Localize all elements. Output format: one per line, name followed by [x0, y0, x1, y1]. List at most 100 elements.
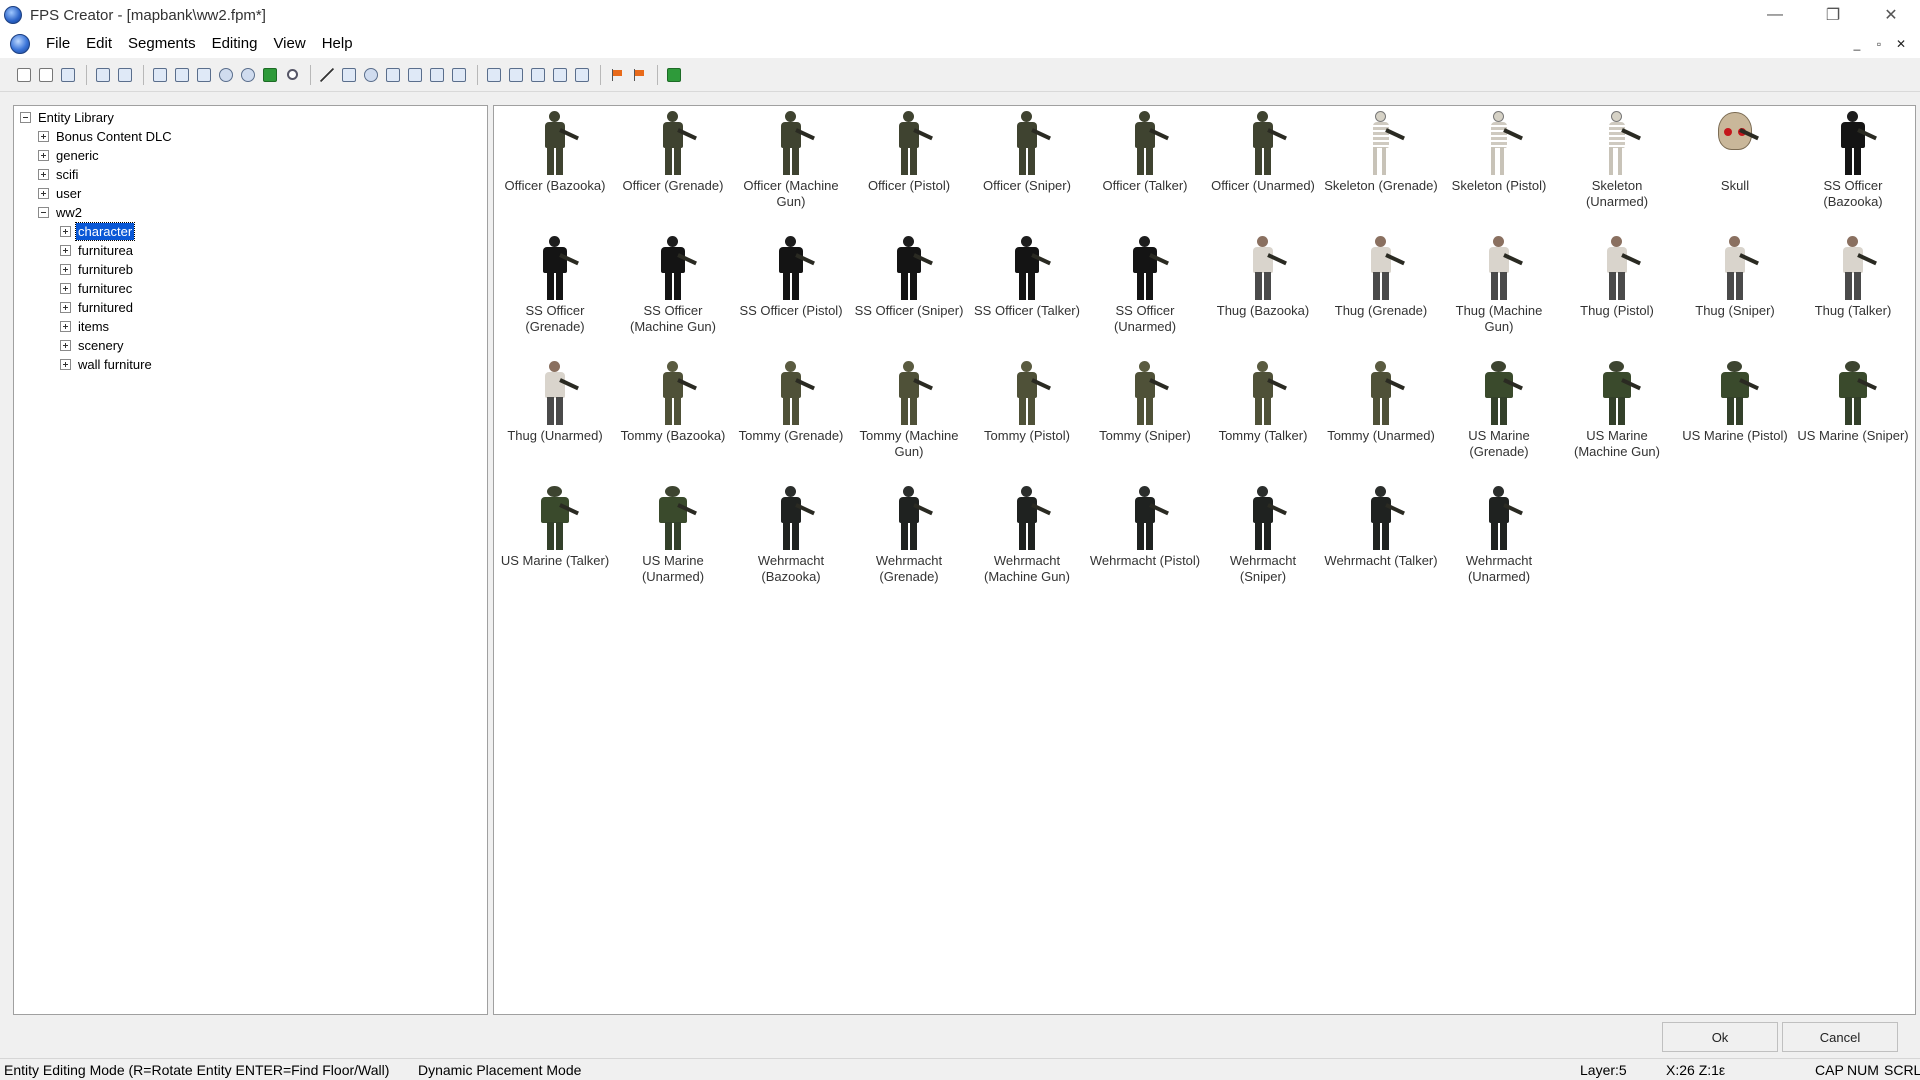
tree-item-wall-furniture[interactable]: wall furniture	[60, 355, 154, 373]
segment-button[interactable]	[194, 65, 214, 85]
entity-item[interactable]: US Marine (Grenade)	[1440, 358, 1558, 483]
entity-item[interactable]: Officer (Pistol)	[850, 108, 968, 233]
rotate-button[interactable]	[449, 65, 469, 85]
entity-item[interactable]: SS Officer (Machine Gun)	[614, 233, 732, 358]
grab-button[interactable]	[427, 65, 447, 85]
entity-item[interactable]: Skeleton (Grenade)	[1322, 108, 1440, 233]
draw-line-button[interactable]	[317, 65, 337, 85]
entity-item[interactable]: Wehrmacht (Pistol)	[1086, 483, 1204, 608]
tree-item-bonus-content-dlc[interactable]: Bonus Content DLC	[38, 127, 174, 145]
entity-item[interactable]: Tommy (Pistol)	[968, 358, 1086, 483]
entity-item[interactable]: SS Officer (Bazooka)	[1794, 108, 1912, 233]
entity-item[interactable]: US Marine (Machine Gun)	[1558, 358, 1676, 483]
tree-root[interactable]: Entity Library	[20, 108, 116, 126]
entity-item[interactable]: Wehrmacht (Grenade)	[850, 483, 968, 608]
tree-item-ww2[interactable]: ww2	[38, 203, 84, 221]
expand-icon[interactable]	[38, 168, 49, 180]
entity-item[interactable]: SS Officer (Pistol)	[732, 233, 850, 358]
entity-item[interactable]: SS Officer (Unarmed)	[1086, 233, 1204, 358]
minimize-button[interactable]: —	[1746, 0, 1804, 30]
save-button[interactable]	[58, 65, 78, 85]
entity-item[interactable]: Officer (Machine Gun)	[732, 108, 850, 233]
select-button[interactable]	[572, 65, 592, 85]
expand-icon[interactable]	[60, 320, 71, 332]
expand-icon[interactable]	[60, 358, 71, 370]
entity-item[interactable]: Thug (Pistol)	[1558, 233, 1676, 358]
expand-icon[interactable]	[60, 263, 71, 275]
layer-button[interactable]	[172, 65, 192, 85]
restore-button[interactable]: ❐	[1804, 0, 1862, 30]
open-button[interactable]	[36, 65, 56, 85]
tree-item-furniturea[interactable]: furniturea	[60, 241, 135, 259]
entity-item[interactable]: SS Officer (Grenade)	[496, 233, 614, 358]
entity-item[interactable]: Thug (Bazooka)	[1204, 233, 1322, 358]
paste-button[interactable]	[506, 65, 526, 85]
entity-item[interactable]: Officer (Bazooka)	[496, 108, 614, 233]
menu-view[interactable]: View	[265, 30, 313, 58]
entity-library-tree[interactable]: Entity Library Bonus Content DLC generic s…	[13, 105, 488, 1015]
wand-button[interactable]	[550, 65, 570, 85]
entity-thumbnail-panel[interactable]: Officer (Bazooka) Officer (Grenade) Office…	[493, 105, 1916, 1015]
zoom-button[interactable]	[282, 65, 302, 85]
entity-item[interactable]: Tommy (Grenade)	[732, 358, 850, 483]
entity-item[interactable]: US Marine (Unarmed)	[614, 483, 732, 608]
expand-icon[interactable]	[38, 187, 49, 199]
entity-item[interactable]: Officer (Talker)	[1086, 108, 1204, 233]
mdi-restore-button[interactable]: ▫	[1868, 37, 1890, 51]
draw-circle-button[interactable]	[361, 65, 381, 85]
tree-item-furnitureb[interactable]: furnitureb	[60, 260, 135, 278]
entity-item[interactable]: US Marine (Talker)	[496, 483, 614, 608]
menu-edit[interactable]: Edit	[78, 30, 120, 58]
tree-item-character[interactable]: character	[60, 221, 136, 241]
cancel-button[interactable]: Cancel	[1782, 1022, 1898, 1052]
tree-item-user[interactable]: user	[38, 184, 83, 202]
expand-icon[interactable]	[38, 149, 49, 161]
expand-icon[interactable]	[38, 130, 49, 142]
entity-item[interactable]: Officer (Unarmed)	[1204, 108, 1322, 233]
entity-item[interactable]: Skull	[1676, 108, 1794, 233]
entity-item[interactable]: Tommy (Unarmed)	[1322, 358, 1440, 483]
entity-item[interactable]: Tommy (Talker)	[1204, 358, 1322, 483]
tree-item-scifi[interactable]: scifi	[38, 165, 80, 183]
tree-item-scenery[interactable]: scenery	[60, 336, 126, 354]
entity-button[interactable]	[216, 65, 236, 85]
entity-item[interactable]: Thug (Talker)	[1794, 233, 1912, 358]
erase-button[interactable]	[528, 65, 548, 85]
entity-item[interactable]: US Marine (Sniper)	[1794, 358, 1912, 483]
entity-item[interactable]: Thug (Machine Gun)	[1440, 233, 1558, 358]
entity-item[interactable]: Wehrmacht (Unarmed)	[1440, 483, 1558, 608]
expand-icon[interactable]	[60, 301, 71, 313]
menu-help[interactable]: Help	[314, 30, 361, 58]
mdi-minimize-button[interactable]: _	[1846, 37, 1868, 51]
entity-item[interactable]: Officer (Grenade)	[614, 108, 732, 233]
entity-item[interactable]: Tommy (Machine Gun)	[850, 358, 968, 483]
entity-item[interactable]: Tommy (Sniper)	[1086, 358, 1204, 483]
entity-item[interactable]: Skeleton (Unarmed)	[1558, 108, 1676, 233]
tree-item-furniturec[interactable]: furniturec	[60, 279, 134, 297]
expand-icon[interactable]	[60, 225, 71, 237]
menu-segments[interactable]: Segments	[120, 30, 204, 58]
picture-button[interactable]	[260, 65, 280, 85]
menu-editing[interactable]: Editing	[204, 30, 266, 58]
entity-item[interactable]: Thug (Grenade)	[1322, 233, 1440, 358]
copy-button[interactable]	[484, 65, 504, 85]
flag-test-button[interactable]	[629, 65, 649, 85]
ok-button[interactable]: Ok	[1662, 1022, 1778, 1052]
pick-button[interactable]	[405, 65, 425, 85]
entity-item[interactable]: Thug (Sniper)	[1676, 233, 1794, 358]
build-game-button[interactable]	[664, 65, 684, 85]
flag-button[interactable]	[607, 65, 627, 85]
entity-item[interactable]: Thug (Unarmed)	[496, 358, 614, 483]
collapse-icon[interactable]	[20, 111, 31, 123]
marker-button[interactable]	[238, 65, 258, 85]
menu-file[interactable]: File	[38, 30, 78, 58]
entity-item[interactable]: Officer (Sniper)	[968, 108, 1086, 233]
redo-button[interactable]	[115, 65, 135, 85]
collapse-icon[interactable]	[38, 206, 49, 218]
paint-button[interactable]	[383, 65, 403, 85]
entity-item[interactable]: Wehrmacht (Sniper)	[1204, 483, 1322, 608]
new-button[interactable]	[14, 65, 34, 85]
entity-item[interactable]: Wehrmacht (Talker)	[1322, 483, 1440, 608]
entity-item[interactable]: Skeleton (Pistol)	[1440, 108, 1558, 233]
entity-item[interactable]: Wehrmacht (Bazooka)	[732, 483, 850, 608]
